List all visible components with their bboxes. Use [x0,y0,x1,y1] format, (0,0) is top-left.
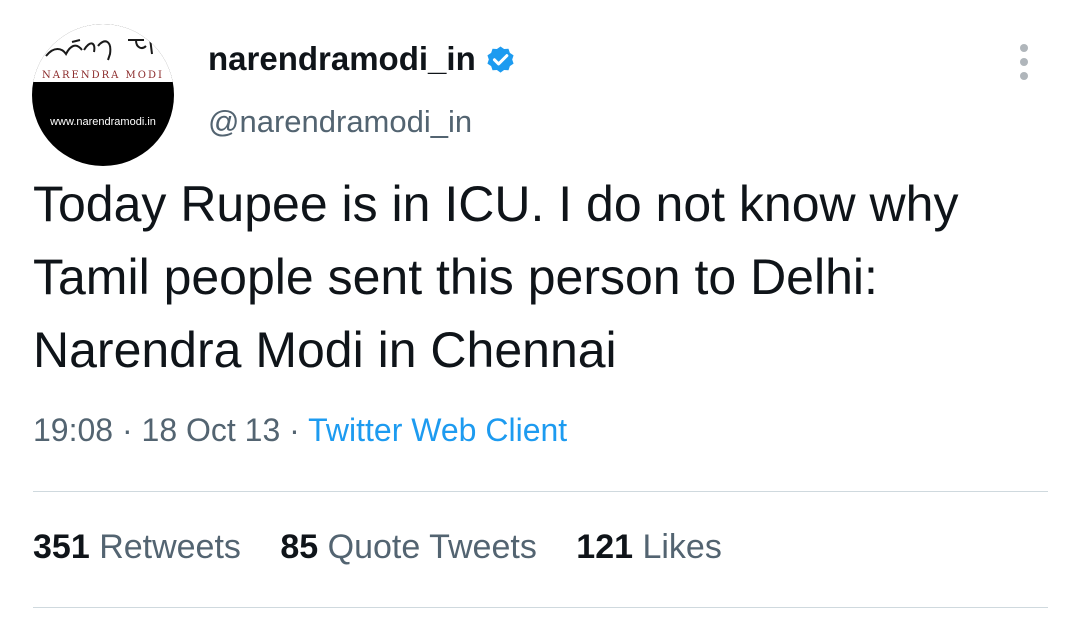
divider [33,607,1048,608]
divider [33,491,1048,492]
avatar-logo-text: NARENDRA MODI [42,70,164,81]
retweets-stat[interactable]: 351 Retweets [33,528,241,567]
quote-tweets-label: Quote Tweets [327,528,537,566]
tweet-source-link[interactable]: Twitter Web Client [308,412,567,448]
quote-tweets-count: 85 [280,528,319,566]
avatar-website-text: www.narendramodi.in [50,116,156,128]
tweet-time[interactable]: 19:08 [33,412,113,448]
tweet-meta: 19:08 · 18 Oct 13 · Twitter Web Client [33,412,567,449]
more-dot [1020,44,1028,52]
tweet-text: Today Rupee is in ICU. I do not know why… [33,176,959,378]
more-dot [1020,58,1028,66]
display-name-text: narendramodi_in [208,40,476,77]
quote-tweets-stat[interactable]: 85 Quote Tweets [280,528,536,567]
likes-stat[interactable]: 121 Likes [576,528,722,567]
more-options-icon[interactable] [1010,40,1040,84]
verified-badge-icon [487,45,514,73]
author-handle[interactable]: @narendramodi_in [208,104,472,140]
meta-separator: · [289,412,300,448]
avatar[interactable]: NARENDRA MODI www.narendramodi.in [32,24,174,166]
retweets-count: 351 [33,528,90,566]
retweets-label: Retweets [99,528,241,566]
more-dot [1020,72,1028,80]
likes-count: 121 [576,528,634,566]
meta-separator: · [121,412,133,448]
author-display-name[interactable]: narendramodi_in [208,40,517,78]
tweet-stats: 351 Retweets 85 Quote Tweets 121 Likes [33,528,752,567]
tweet-date[interactable]: 18 Oct 13 [142,412,281,448]
likes-label: Likes [642,528,722,566]
